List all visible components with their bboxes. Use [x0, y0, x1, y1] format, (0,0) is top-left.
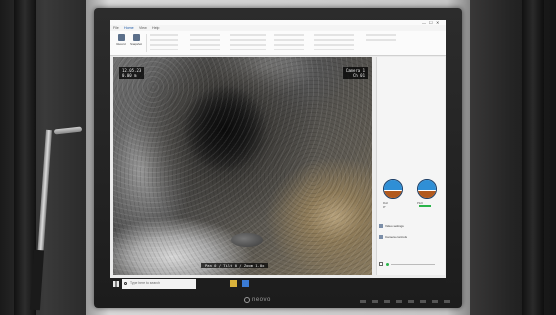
- snapshot-button[interactable]: Snapshot: [130, 33, 142, 51]
- side-panel: Roll Pitch 0° Video settings Camera cont…: [376, 57, 445, 275]
- snapshot-label: Snapshot: [130, 42, 142, 46]
- osd-top-right: Camera 1 Ch 01: [342, 67, 368, 79]
- option-slider[interactable]: [391, 264, 435, 265]
- file-explorer-icon[interactable]: [230, 280, 237, 287]
- brand-logo-icon: [244, 297, 250, 303]
- record-icon: [118, 34, 125, 41]
- record-label: Record: [116, 42, 126, 46]
- video-icon: [379, 224, 383, 228]
- camera-controls-link[interactable]: Camera controls: [385, 235, 407, 239]
- ribbon-separator: [146, 34, 147, 52]
- osd-bottom: Pan 0 / Tilt 0 / Zoom 1.0x: [201, 263, 269, 268]
- osd-distance: 0.00 m: [122, 73, 137, 78]
- windows-start-icon[interactable]: [113, 281, 119, 287]
- ribbon-group-2[interactable]: [190, 34, 220, 50]
- attitude-gauge-icon: [417, 179, 437, 199]
- ribbon: Record Snapshot: [110, 31, 446, 56]
- pipe-debris: [231, 233, 263, 247]
- osd-channel: Ch 01: [352, 73, 365, 78]
- taskbar-search[interactable]: Type here to search: [122, 279, 196, 289]
- camera-icon: [133, 34, 140, 41]
- monitor-brand: neovo: [252, 297, 271, 303]
- video-settings-link[interactable]: Video settings: [385, 224, 404, 228]
- screen: — ☐ ✕ File Home View Help Record Snapsho…: [110, 20, 446, 290]
- ribbon-group-3[interactable]: [230, 34, 266, 50]
- ribbon-group-5[interactable]: [314, 34, 354, 50]
- attitude-gauge-icon: [383, 179, 403, 199]
- ribbon-group-6[interactable]: [366, 34, 396, 44]
- camera-icon: [379, 235, 383, 239]
- right-rail: [522, 0, 544, 315]
- ribbon-group-4[interactable]: [274, 34, 304, 50]
- ribbon-group-1[interactable]: [150, 34, 178, 50]
- app-icon[interactable]: [242, 280, 249, 287]
- monitor-buttons[interactable]: [360, 300, 450, 303]
- option-row: [379, 262, 439, 267]
- taskbar: Type here to search: [110, 278, 446, 290]
- osd-top-left: 12.05.23 0.00 m: [119, 67, 145, 79]
- gauge-value-roll: 0°: [383, 205, 386, 209]
- status-dot-icon: [386, 263, 389, 266]
- status-bar: [419, 205, 431, 207]
- search-placeholder: Type here to search: [130, 281, 160, 285]
- video-feed[interactable]: 12.05.23 0.00 m Camera 1 Ch 01 Pan 0 / T…: [113, 57, 372, 275]
- search-icon: [124, 282, 127, 285]
- option-checkbox[interactable]: [379, 262, 383, 266]
- record-button[interactable]: Record: [115, 33, 127, 51]
